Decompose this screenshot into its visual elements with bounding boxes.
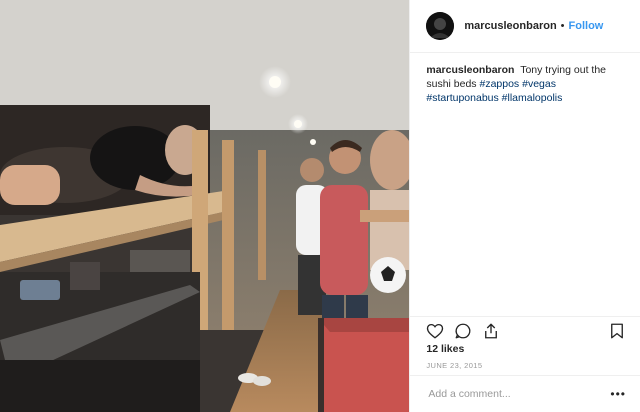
comment-input[interactable] [426, 387, 611, 401]
photo-scene [0, 0, 410, 412]
hashtag-link[interactable]: #llamalopolis [502, 92, 563, 104]
avatar-image [426, 12, 455, 40]
post-date: JUNE 23, 2015 [426, 361, 483, 370]
caption-username[interactable]: marcusleonbaron [426, 64, 514, 76]
more-options-icon[interactable]: ••• [610, 387, 626, 401]
post-sidebar: marcusleonbaron • Follow marcusleonbaron… [409, 0, 640, 412]
post-header: marcusleonbaron • Follow [410, 0, 640, 53]
follow-button[interactable]: Follow [569, 20, 604, 32]
comment-icon[interactable] [454, 322, 472, 340]
hashtag-link[interactable]: #startuponabus [426, 92, 498, 104]
instagram-post: marcusleonbaron • Follow marcusleonbaron… [0, 0, 640, 412]
hashtag-link[interactable]: #zappos [479, 78, 519, 90]
heart-icon[interactable] [426, 322, 444, 340]
hashtag-link[interactable]: #vegas [522, 78, 556, 90]
comment-form: ••• [410, 375, 640, 412]
avatar[interactable] [426, 12, 455, 40]
post-photo[interactable] [0, 0, 410, 412]
username-link[interactable]: marcusleonbaron [464, 20, 556, 32]
bookmark-icon[interactable] [608, 322, 626, 340]
post-actions [410, 316, 640, 345]
likes-count[interactable]: 12 likes [426, 343, 464, 355]
post-caption: marcusleonbaron Tony trying out the sush… [410, 53, 640, 105]
separator-dot: • [560, 20, 565, 32]
share-icon[interactable] [482, 322, 500, 340]
